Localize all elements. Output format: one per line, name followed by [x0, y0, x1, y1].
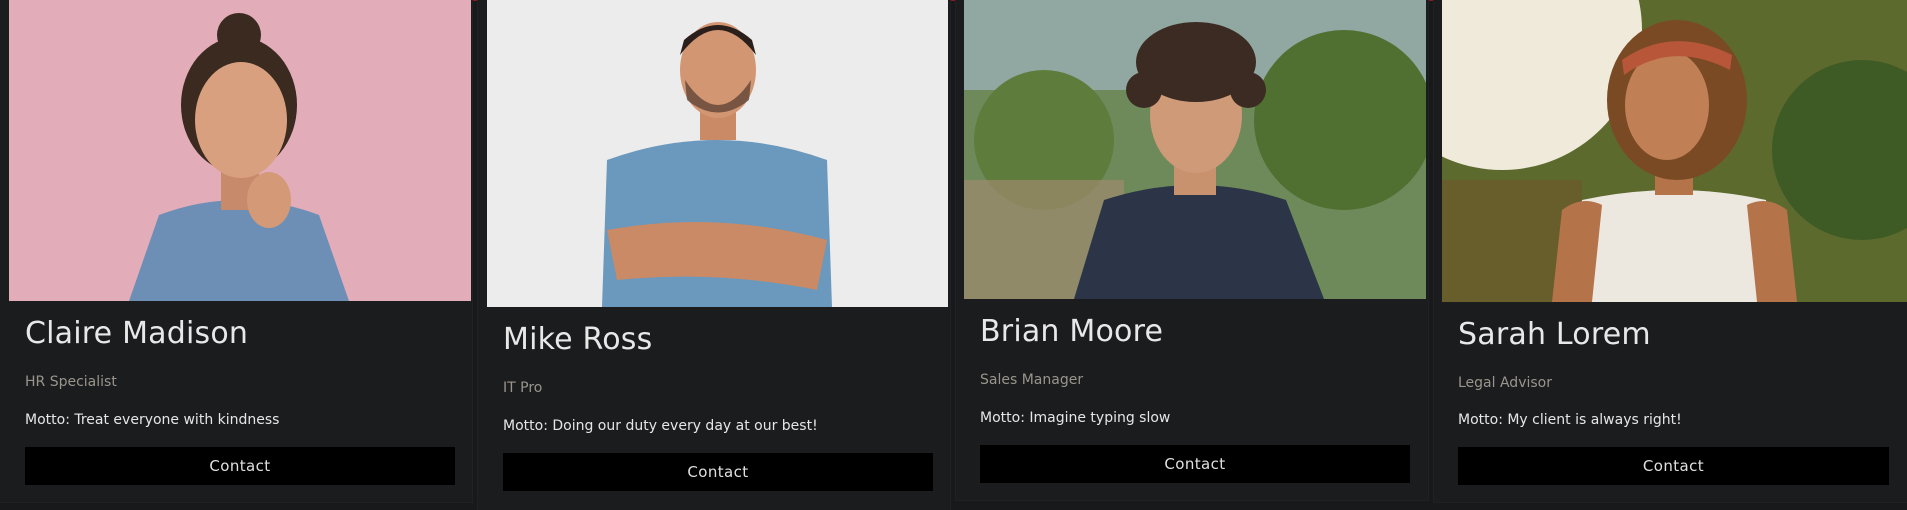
contact-button[interactable]: Contact: [25, 447, 455, 485]
profile-photo-claire: [9, 0, 471, 301]
person-role: HR Specialist: [25, 374, 117, 390]
team-card-claire: Claire Madison HR Specialist Motto: Trea…: [0, 0, 472, 502]
contact-button[interactable]: Contact: [1458, 447, 1889, 485]
person-motto: Motto: Treat everyone with kindness: [25, 412, 280, 428]
person-motto: Motto: Doing our duty every day at our b…: [503, 418, 818, 434]
person-motto: Motto: Imagine typing slow: [980, 410, 1171, 426]
profile-photo-mike: [487, 0, 948, 307]
profile-photo-sarah: [1442, 0, 1907, 302]
contact-button[interactable]: Contact: [980, 445, 1410, 483]
person-name: Mike Ross: [503, 322, 653, 357]
person-name: Brian Moore: [980, 314, 1164, 349]
profile-photo-brian: [964, 0, 1426, 299]
person-role: Sales Manager: [980, 372, 1084, 388]
team-card-mike: Mike Ross IT Pro Motto: Doing our duty e…: [478, 0, 950, 510]
person-motto: Motto: My client is always right!: [1458, 412, 1682, 428]
person-role: IT Pro: [503, 380, 543, 396]
contact-button[interactable]: Contact: [503, 453, 933, 491]
team-card-brian: Brian Moore Sales Manager Motto: Imagine…: [956, 0, 1428, 500]
person-name: Sarah Lorem: [1458, 317, 1651, 352]
person-name: Claire Madison: [25, 316, 249, 351]
team-card-sarah: Sarah Lorem Legal Advisor Motto: My clie…: [1434, 0, 1907, 502]
person-role: Legal Advisor: [1458, 375, 1552, 391]
